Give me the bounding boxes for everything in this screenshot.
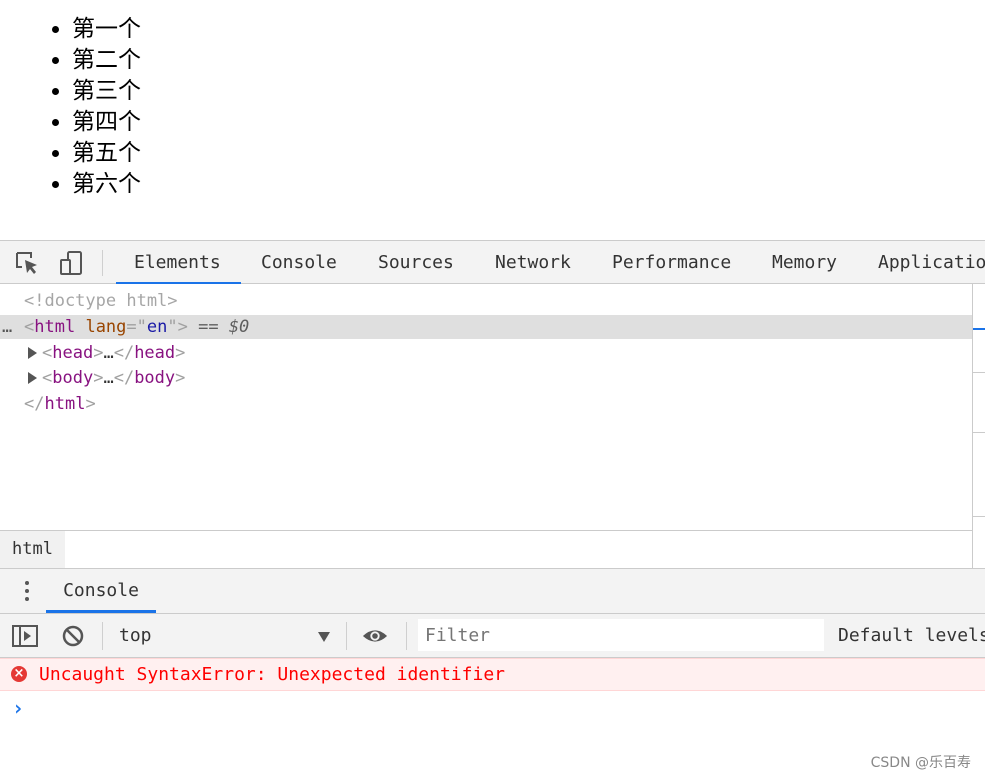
sidebar-divider	[973, 516, 985, 517]
dropdown-arrow-icon	[318, 632, 330, 642]
elements-tree: <!doctype html> … <html lang="en"> == $0…	[0, 284, 972, 530]
clear-console-icon[interactable]	[60, 624, 86, 648]
expand-arrow-icon[interactable]	[28, 347, 37, 359]
toolbar-divider	[102, 250, 103, 276]
log-levels-dropdown[interactable]: Default levels	[838, 614, 985, 658]
body-close-tag: body	[134, 368, 176, 388]
body-tag: body	[52, 368, 94, 388]
list-item: 第二个	[72, 45, 141, 76]
console-messages: × Uncaught SyntaxError: Unexpected ident…	[0, 658, 985, 778]
console-prompt-icon[interactable]: ›	[12, 696, 24, 720]
toolbar-divider	[406, 622, 407, 650]
tab-memory[interactable]: Memory	[772, 241, 837, 284]
doctype-node[interactable]: <!doctype html>	[24, 289, 178, 313]
console-toolbar: top Default levels	[0, 614, 985, 658]
sidebar-tab-indicator	[973, 328, 985, 330]
tab-network[interactable]: Network	[495, 241, 571, 284]
head-tag: head	[52, 343, 94, 363]
breadcrumb: html	[0, 530, 972, 568]
tab-elements[interactable]: Elements	[134, 241, 221, 284]
devtools-panel: Elements Console Sources Network Perform…	[0, 240, 985, 778]
toolbar-divider	[346, 622, 347, 650]
device-toolbar-icon[interactable]	[58, 250, 84, 276]
context-label: top	[119, 625, 152, 646]
attr-name: lang	[85, 317, 127, 337]
error-icon: ×	[11, 666, 27, 682]
head-close-tag: head	[134, 343, 176, 363]
breadcrumb-item-html[interactable]: html	[0, 531, 65, 568]
sidebar-divider	[973, 432, 985, 433]
html-tag-name: html	[34, 317, 76, 337]
show-sidebar-icon[interactable]	[12, 624, 38, 648]
filter-input[interactable]	[418, 619, 824, 651]
list-item: 第五个	[72, 138, 141, 169]
more-options-icon[interactable]	[24, 581, 30, 603]
devtools-toolbar: Elements Console Sources Network Perform…	[0, 240, 985, 285]
collapsed-ellipsis: …	[103, 343, 114, 363]
drawer-toolbar: Console	[0, 568, 985, 614]
live-expression-eye-icon[interactable]	[362, 624, 388, 648]
doctype-text: <!doctype html>	[24, 291, 178, 311]
tab-console[interactable]: Console	[261, 241, 337, 284]
drawer-tab-console[interactable]: Console	[46, 569, 156, 613]
html-open-tag: <html lang="en"> == $0	[24, 317, 250, 337]
watermark: CSDN @乐百寿	[870, 755, 971, 771]
context-selector[interactable]: top	[108, 620, 336, 652]
list-item: 第一个	[72, 14, 141, 45]
error-message-row[interactable]: × Uncaught SyntaxError: Unexpected ident…	[0, 658, 985, 691]
styles-sidebar	[972, 284, 985, 568]
page-list: 第一个 第二个 第三个 第四个 第五个 第六个	[0, 14, 141, 200]
tab-performance[interactable]: Performance	[612, 241, 731, 284]
html-close-tag: html	[44, 394, 86, 414]
list-item: 第六个	[72, 169, 141, 200]
selected-marker: == $0	[198, 317, 250, 337]
list-item: 第四个	[72, 107, 141, 138]
tab-sources[interactable]: Sources	[378, 241, 454, 284]
list-item: 第三个	[72, 76, 141, 107]
toolbar-divider	[102, 622, 103, 650]
more-actions-dots[interactable]: …	[2, 315, 12, 339]
expand-arrow-icon[interactable]	[28, 372, 37, 384]
attr-value: en	[146, 317, 168, 337]
drawer-tab-indicator	[46, 610, 156, 613]
collapsed-ellipsis: …	[103, 368, 114, 388]
inspect-element-icon[interactable]	[14, 250, 40, 276]
html-node-selected[interactable]: … <html lang="en"> == $0	[0, 315, 972, 339]
tab-application[interactable]: Applicatio	[878, 241, 985, 284]
html-close-node[interactable]: </html>	[24, 392, 96, 416]
sidebar-divider	[973, 372, 985, 373]
error-message-text: Uncaught SyntaxError: Unexpected identif…	[39, 664, 505, 685]
